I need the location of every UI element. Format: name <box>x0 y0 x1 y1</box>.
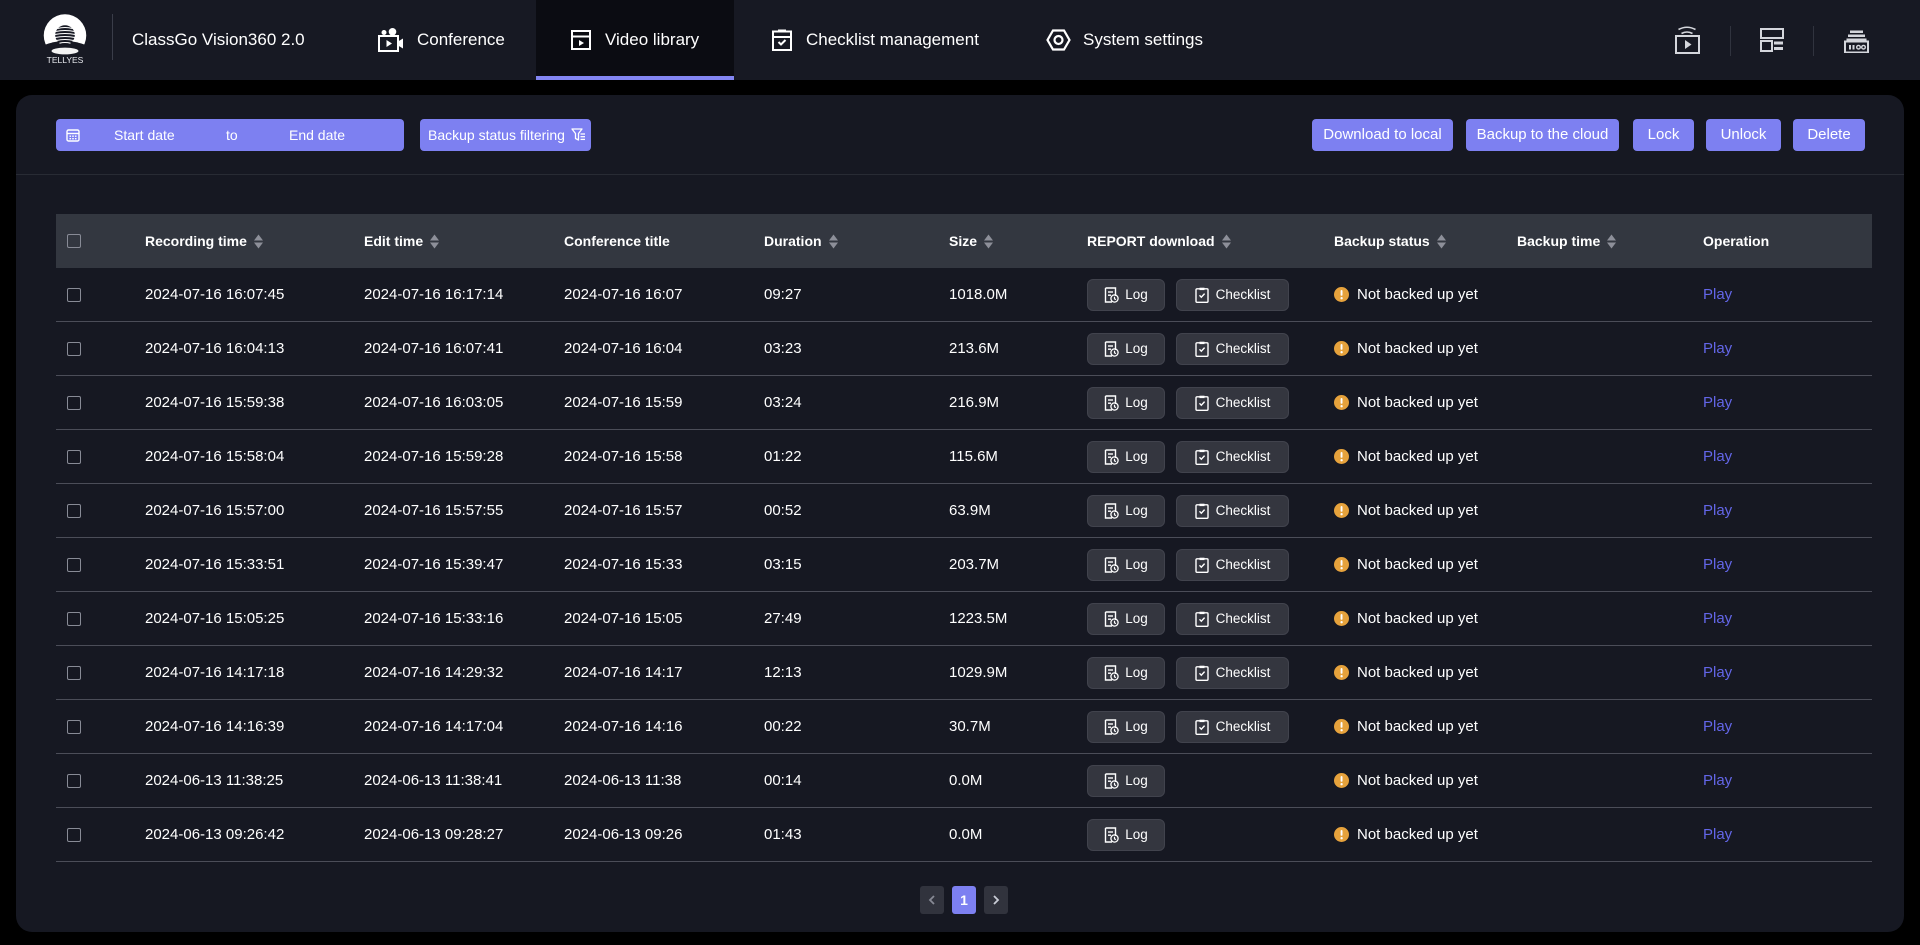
svg-text:TELLYES: TELLYES <box>47 55 84 65</box>
